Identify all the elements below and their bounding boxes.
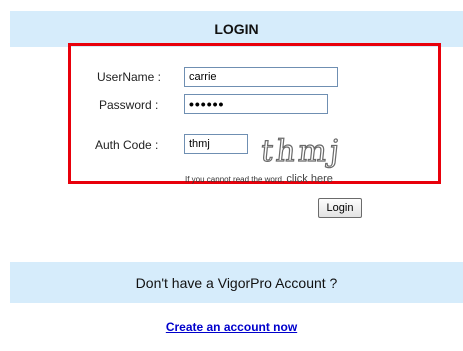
username-label: UserName : (97, 70, 162, 84)
captcha-hint: If you cannot read the word, click here (185, 173, 333, 185)
auth-code-label: Auth Code : (95, 138, 159, 152)
username-input[interactable] (184, 67, 338, 87)
captcha-hint-text: If you cannot read the word, (185, 175, 285, 184)
login-header: LOGIN (10, 11, 463, 47)
create-account-link[interactable]: Create an account now (0, 320, 463, 334)
captcha-refresh-link[interactable]: click here (286, 173, 332, 185)
captcha-text: thmj (259, 134, 344, 169)
login-title: LOGIN (214, 21, 259, 37)
signup-promo-bar: Don't have a VigorPro Account ? (10, 262, 463, 303)
password-input[interactable]: •••••• (184, 94, 328, 114)
password-label: Password : (99, 98, 159, 112)
captcha-image: thmj (259, 133, 345, 169)
auth-code-input[interactable] (184, 134, 248, 154)
login-button[interactable]: Login (318, 198, 362, 218)
signup-promo-text: Don't have a VigorPro Account ? (135, 275, 338, 291)
